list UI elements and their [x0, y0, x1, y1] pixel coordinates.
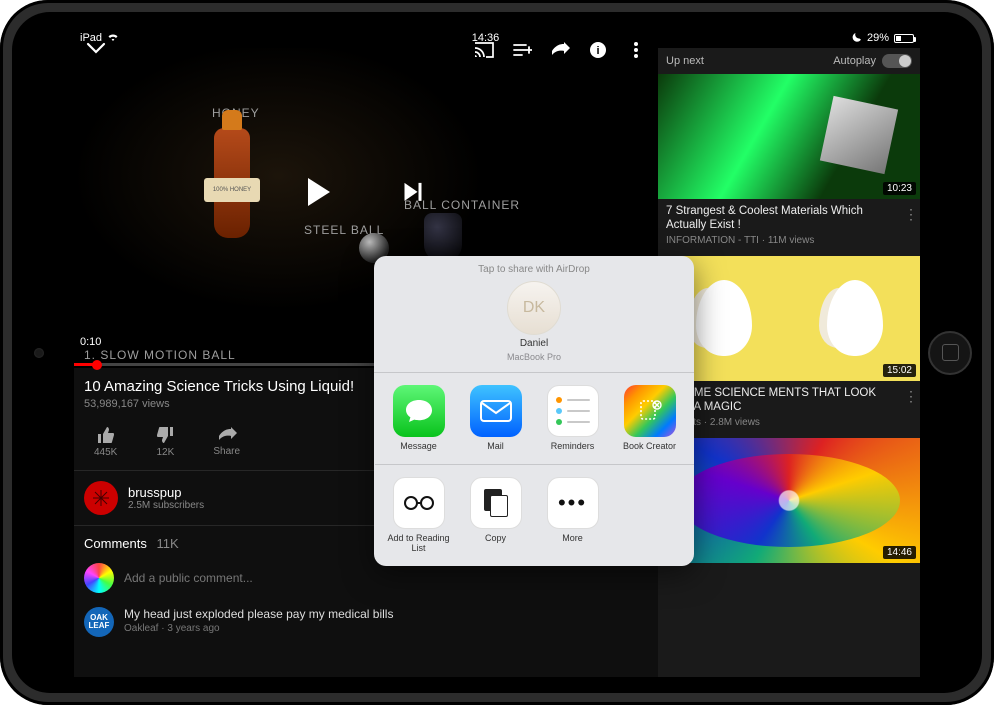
user-avatar — [84, 563, 114, 593]
comment-input[interactable]: Add a public comment... — [124, 571, 253, 585]
ipad-frame: iPad 14:36 29% i — [0, 0, 994, 705]
comments-count: 11K — [156, 536, 178, 551]
upnext-more-icon[interactable]: ⋮ — [904, 206, 918, 223]
dislike-button[interactable]: 12K — [155, 426, 175, 458]
upnext-title: Y HOME SCIENCE MENTS THAT LOOK LIKE A MA… — [658, 381, 920, 417]
copy-icon — [470, 477, 522, 529]
mail-icon — [470, 385, 522, 437]
share-action-copy[interactable]: Copy — [461, 477, 531, 554]
upnext-item-3[interactable]: 14:46 — [658, 438, 920, 573]
thumbnail: 15:02 — [658, 256, 920, 381]
airdrop-hint: Tap to share with AirDrop — [374, 264, 694, 275]
message-icon — [393, 385, 445, 437]
svg-text:i: i — [596, 45, 599, 57]
comment-item[interactable]: OAKLEAF My head just exploded please pay… — [74, 599, 658, 645]
share-apps-row: Message Mail Reminders — [374, 373, 694, 465]
thumbnail: 10:23 — [658, 74, 920, 199]
reminders-icon — [547, 385, 599, 437]
upnext-item-1[interactable]: 10:23 7 Strangest & Coolest Materials Wh… — [658, 74, 920, 256]
overlay-label-container: BALL CONTAINER — [404, 198, 520, 212]
up-next-label: Up next — [666, 55, 704, 67]
share-app-mail[interactable]: Mail — [461, 385, 531, 452]
like-button[interactable]: 445K — [94, 426, 117, 458]
share-actions-row: Add to Reading List Copy ••• More — [374, 465, 694, 566]
cast-icon[interactable] — [474, 40, 494, 60]
dislike-count: 12K — [156, 447, 174, 458]
screen: iPad 14:36 29% i — [74, 28, 920, 677]
duration-badge: 10:23 — [883, 182, 916, 195]
share-sheet: Tap to share with AirDrop DK Daniel MacB… — [374, 256, 694, 566]
upnext-item-2[interactable]: 15:02 Y HOME SCIENCE MENTS THAT LOOK LIK… — [658, 256, 920, 438]
readinglist-icon — [393, 477, 445, 529]
front-camera — [34, 348, 44, 358]
upnext-title: 7 Strangest & Coolest Materials Which Ac… — [658, 199, 920, 235]
upnext-meta: e Crafts · 2.8M views — [658, 417, 920, 428]
player-top-bar: i — [80, 34, 650, 65]
channel-name: brusspup — [128, 485, 204, 500]
airdrop-name: Daniel — [520, 338, 548, 349]
battery-pct: 29% — [867, 32, 889, 44]
channel-avatar — [84, 481, 118, 515]
battery-icon — [894, 34, 914, 43]
more-icon[interactable] — [626, 40, 646, 60]
more-action-icon: ••• — [547, 477, 599, 529]
duration-badge: 14:46 — [883, 546, 916, 559]
up-next-column: Up next Autoplay 10:23 7 Strangest & Coo… — [658, 48, 920, 677]
share-action-more[interactable]: ••• More — [538, 477, 608, 554]
upnext-more-icon[interactable]: ⋮ — [904, 388, 918, 405]
share-label: Share — [213, 446, 240, 457]
add-to-queue-icon[interactable] — [512, 40, 532, 60]
channel-subs: 2.5M subscribers — [128, 500, 204, 511]
video-object-bottle-label: 100% HONEY — [204, 178, 260, 202]
share-app-message[interactable]: Message — [384, 385, 454, 452]
chapter-label: 1. SLOW MOTION BALL — [84, 348, 236, 362]
next-button[interactable] — [404, 183, 421, 201]
home-button[interactable] — [928, 331, 972, 375]
play-button[interactable] — [308, 178, 330, 206]
comments-label: Comments — [84, 536, 147, 551]
current-time: 0:10 — [80, 336, 101, 348]
dnd-icon — [852, 32, 862, 45]
thumbnail: 14:46 — [658, 438, 920, 563]
bookcreator-icon — [624, 385, 676, 437]
comment-text: My head just exploded please pay my medi… — [124, 607, 393, 621]
share-app-reminders[interactable]: Reminders — [538, 385, 608, 452]
airdrop-device: MacBook Pro — [507, 352, 561, 362]
share-app-bookcreator[interactable]: Book Creator — [615, 385, 685, 452]
commenter-avatar: OAKLEAF — [84, 607, 114, 637]
video-object-cup — [424, 213, 462, 261]
airdrop-target[interactable]: DK Daniel MacBook Pro — [507, 281, 561, 362]
info-icon[interactable]: i — [588, 40, 608, 60]
upnext-meta: INFORMATION - TTI · 11M views — [658, 235, 920, 246]
airdrop-avatar: DK — [507, 281, 561, 335]
seek-thumb[interactable] — [92, 360, 102, 370]
share-icon[interactable] — [550, 40, 570, 60]
autoplay-label: Autoplay — [833, 55, 876, 67]
share-button[interactable]: Share — [213, 427, 240, 457]
share-action-readinglist[interactable]: Add to Reading List — [384, 477, 454, 554]
autoplay-toggle[interactable] — [882, 54, 912, 68]
like-count: 445K — [94, 447, 117, 458]
collapse-button[interactable] — [80, 34, 112, 65]
duration-badge: 15:02 — [883, 364, 916, 377]
comment-meta: Oakleaf · 3 years ago — [124, 623, 393, 634]
